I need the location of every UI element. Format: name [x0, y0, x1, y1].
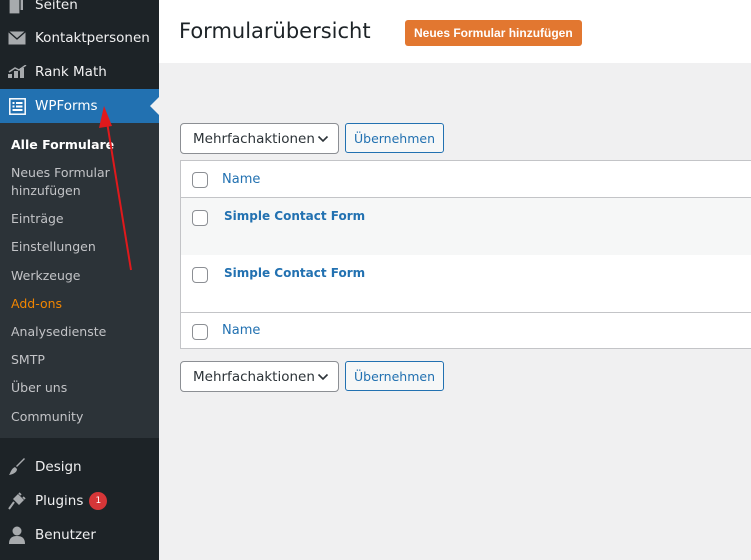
submenu-alle-formulare[interactable]: Alle Formulare [11, 136, 151, 154]
sidebar-item-label: Benutzer [35, 527, 96, 543]
submenu-ueber-uns[interactable]: Über uns [11, 379, 151, 397]
sidebar-item-rank-math[interactable]: Rank Math [0, 55, 159, 89]
form-title-link[interactable]: Simple Contact Form [224, 266, 365, 280]
apply-button-bottom[interactable]: Übernehmen [345, 361, 444, 391]
select-all-checkbox[interactable] [192, 172, 208, 188]
sidebar-item-label: WPForms [35, 98, 98, 114]
page-title: Formularübersicht [179, 19, 371, 43]
sidebar-item-benutzer[interactable]: Benutzer [0, 518, 159, 552]
table-header-row: Name [181, 161, 751, 198]
rank-math-icon [7, 62, 27, 82]
forms-table: Name Simple Contact Form Simple Contact … [180, 160, 751, 349]
table-row: Simple Contact Form [181, 255, 751, 312]
wpforms-icon [7, 96, 27, 116]
sidebar-item-label: Design [35, 459, 82, 475]
bulk-actions-value: Mehrfachaktionen [193, 130, 315, 147]
sidebar-item-design[interactable]: Design [0, 450, 159, 484]
sidebar-item-plugins[interactable]: Plugins 1 [0, 484, 159, 518]
submenu-werkzeuge[interactable]: Werkzeuge [11, 267, 151, 285]
sidebar-item-label: Rank Math [35, 64, 107, 80]
sidebar-item-wpforms[interactable]: WPForms [0, 89, 159, 123]
row-checkbox[interactable] [192, 210, 208, 226]
bulk-actions-select-bottom[interactable]: Mehrfachaktionen [180, 361, 339, 392]
column-footer-name[interactable]: Name [222, 323, 260, 338]
submenu-community[interactable]: Community [11, 408, 151, 426]
chevron-down-icon [317, 373, 329, 381]
form-title-link[interactable]: Simple Contact Form [224, 209, 365, 223]
submenu-add-ons[interactable]: Add-ons [11, 295, 151, 313]
column-header-name[interactable]: Name [222, 172, 260, 187]
bulk-actions-select-top[interactable]: Mehrfachaktionen [180, 123, 339, 154]
add-new-form-button[interactable]: Neues Formular hinzufügen [405, 20, 582, 46]
submenu-analysedienste[interactable]: Analysedienste [11, 323, 151, 341]
row-checkbox[interactable] [192, 267, 208, 283]
sidebar-item-label: Plugins [35, 493, 84, 509]
table-footer-row: Name [181, 312, 751, 349]
apply-button-top[interactable]: Übernehmen [345, 123, 444, 153]
plugin-icon [7, 491, 27, 511]
wpforms-submenu: Alle Formulare Neues Formular hinzufügen… [0, 123, 159, 438]
active-indicator [150, 97, 159, 115]
user-icon [7, 525, 27, 545]
admin-sidebar: Seiten Kontaktpersonen Rank Math WPForms… [0, 0, 159, 560]
sidebar-item-kontaktpersonen[interactable]: Kontaktpersonen [0, 21, 159, 55]
sidebar-item-seiten[interactable]: Seiten [0, 0, 159, 22]
sidebar-item-label: Seiten [35, 0, 78, 13]
submenu-einstellungen[interactable]: Einstellungen [11, 238, 151, 256]
update-count-badge: 1 [89, 492, 108, 510]
select-all-checkbox-footer[interactable] [192, 324, 208, 340]
submenu-eintraege[interactable]: Einträge [11, 210, 151, 228]
pages-icon [7, 0, 27, 15]
chevron-down-icon [317, 135, 329, 143]
brush-icon [7, 457, 27, 477]
table-row: Simple Contact Form [181, 198, 751, 255]
bulk-actions-value: Mehrfachaktionen [193, 368, 315, 385]
mail-icon [7, 28, 27, 48]
submenu-neues-formular[interactable]: Neues Formular hinzufügen [11, 164, 151, 200]
submenu-smtp[interactable]: SMTP [11, 351, 151, 369]
sidebar-item-label: Kontaktpersonen [35, 30, 150, 46]
page-header: Formularübersicht Neues Formular hinzufü… [159, 0, 751, 63]
